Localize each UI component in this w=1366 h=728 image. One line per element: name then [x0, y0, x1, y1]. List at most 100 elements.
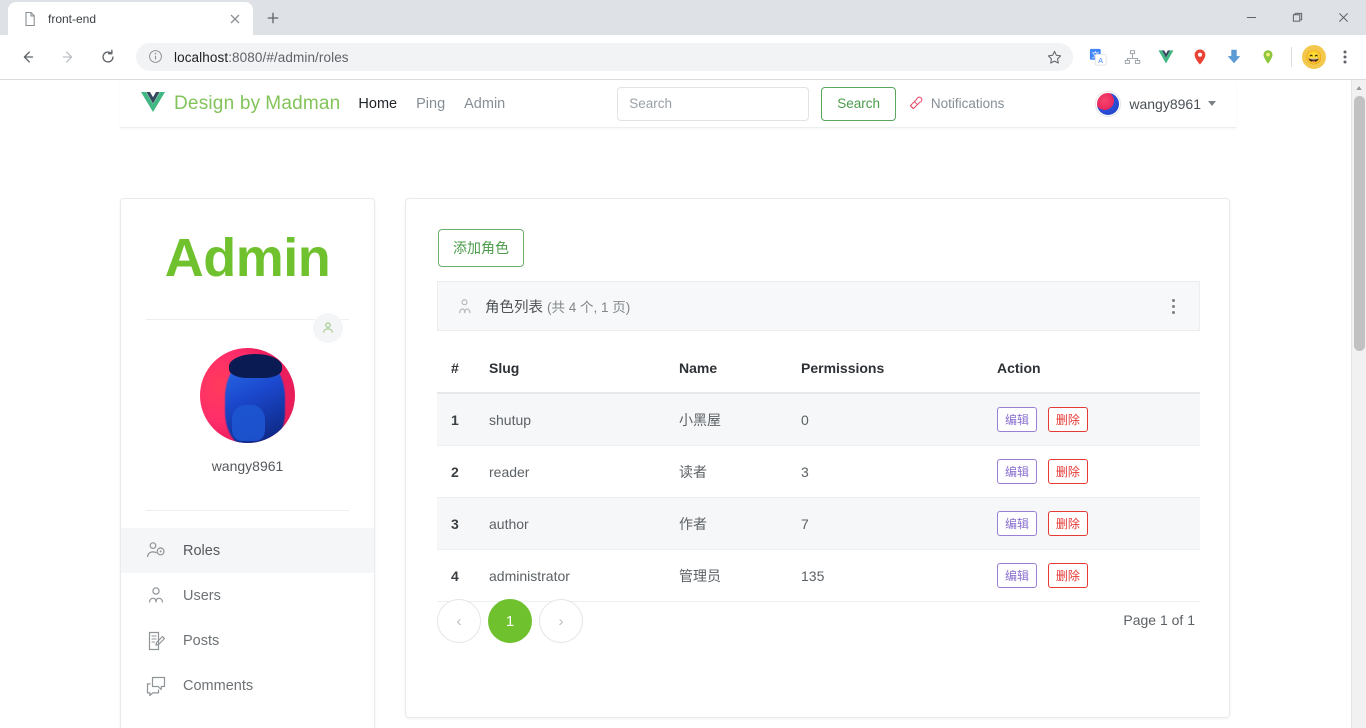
- roles-icon: [145, 540, 167, 562]
- sidebar-menu: Roles Users Posts Comments: [121, 528, 374, 708]
- page-scrollbar[interactable]: [1351, 80, 1366, 728]
- close-icon[interactable]: [227, 11, 243, 27]
- edit-button[interactable]: 编辑: [997, 459, 1038, 484]
- window-controls: [1228, 0, 1366, 35]
- brand[interactable]: Design by Madman: [140, 91, 340, 117]
- user-menu[interactable]: wangy8961: [1096, 91, 1216, 116]
- page-viewport: Design byMadman Home Ping Admin Search N…: [0, 80, 1366, 728]
- list-header: 角色列表 (共 4 个, 1 页): [437, 281, 1200, 331]
- sidebar-item-comments[interactable]: Comments: [121, 663, 374, 708]
- delete-button[interactable]: 删除: [1047, 407, 1088, 432]
- sidebar-item-users[interactable]: Users: [121, 573, 374, 618]
- url-host: localhost: [174, 49, 229, 65]
- close-icon[interactable]: [1320, 0, 1366, 35]
- nav-link-admin[interactable]: Admin: [464, 96, 505, 112]
- sidebar-item-label: Users: [183, 587, 221, 604]
- delete-button[interactable]: 删除: [1047, 563, 1088, 588]
- address-bar[interactable]: localhost:8080/#/admin/roles: [136, 43, 1073, 71]
- location-pin-icon[interactable]: [1187, 44, 1213, 70]
- edit-button[interactable]: 编辑: [997, 407, 1038, 432]
- cell-action: 编辑 删除: [997, 549, 1200, 602]
- avatar: [1096, 91, 1121, 116]
- table-row: 1 shutup 小黑屋 0 编辑 删除: [437, 393, 1200, 446]
- cell-index: 1: [437, 393, 489, 446]
- search-button[interactable]: Search: [821, 86, 897, 121]
- pagination-next[interactable]: ›: [539, 599, 583, 643]
- info-icon[interactable]: [148, 49, 164, 65]
- divider: [146, 510, 349, 511]
- app-navbar: Design byMadman Home Ping Admin Search N…: [120, 80, 1236, 128]
- vue-devtools-icon[interactable]: [1153, 44, 1179, 70]
- users-icon: [145, 585, 167, 607]
- cell-index: 4: [437, 549, 489, 602]
- download-arrow-icon[interactable]: [1221, 44, 1247, 70]
- new-tab-icon[interactable]: [259, 4, 287, 32]
- delete-button[interactable]: 删除: [1047, 459, 1088, 484]
- column-header-name: Name: [679, 346, 801, 394]
- scroll-up-arrow-icon[interactable]: [1352, 80, 1366, 95]
- reload-icon[interactable]: [93, 42, 123, 72]
- column-header-slug: Slug: [489, 346, 679, 394]
- cell-index: 2: [437, 445, 489, 498]
- comments-icon: [145, 675, 167, 697]
- forward-arrow-icon[interactable]: [53, 42, 83, 72]
- posts-icon: [145, 630, 167, 652]
- edit-button[interactable]: 编辑: [997, 563, 1038, 588]
- cell-slug: administrator: [489, 549, 679, 602]
- bell-icon: [907, 95, 924, 112]
- delete-button[interactable]: 删除: [1047, 511, 1088, 536]
- maximize-icon[interactable]: [1274, 0, 1320, 35]
- cell-action: 编辑 删除: [997, 445, 1200, 498]
- browser-tab[interactable]: front-end: [8, 2, 253, 35]
- page-title: Admin: [164, 228, 331, 288]
- cell-slug: shutup: [489, 393, 679, 446]
- toolbar-divider: [1291, 47, 1292, 67]
- cell-action: 编辑 删除: [997, 393, 1200, 446]
- three-dot-menu-icon[interactable]: [1332, 44, 1358, 70]
- pagination-page-1[interactable]: 1: [488, 599, 532, 643]
- back-arrow-icon[interactable]: [13, 42, 43, 72]
- pagination: ‹ 1 ›: [437, 599, 583, 643]
- table-row: 3 author 作者 7 编辑 删除: [437, 497, 1200, 550]
- cell-name: 小黑屋: [679, 393, 801, 446]
- table-row: 2 reader 读者 3 编辑 删除: [437, 445, 1200, 498]
- page-info: Page 1 of 1: [1123, 612, 1195, 628]
- group-icon: [455, 297, 474, 316]
- browser-toolbar: localhost:8080/#/admin/roles 文A: [0, 35, 1366, 80]
- sitemap-icon[interactable]: [1119, 44, 1145, 70]
- google-translate-icon[interactable]: 文A: [1085, 44, 1111, 70]
- sidebar-card: Admin wangy8961 Roles Users Posts Commen…: [120, 198, 375, 728]
- edit-button[interactable]: 编辑: [997, 511, 1038, 536]
- browser-window: front-end localhost:8080/#/admin/roles A…: [0, 0, 1366, 728]
- brand-part2: Madman: [265, 92, 341, 114]
- sidebar-item-roles[interactable]: Roles: [121, 528, 374, 573]
- add-role-button[interactable]: 添加角色: [438, 229, 524, 267]
- user-name: wangy8961: [1129, 95, 1201, 112]
- cell-permissions: 0: [801, 393, 997, 446]
- nav-link-home[interactable]: Home: [358, 96, 397, 112]
- pagination-prev[interactable]: ‹: [437, 599, 481, 643]
- roles-card: 添加角色 角色列表 (共 4 个, 1 页) # Slug Name Permi…: [405, 198, 1230, 718]
- brand-text: Design by Madman: [174, 93, 340, 115]
- minimize-icon[interactable]: [1228, 0, 1274, 35]
- cell-name: 管理员: [679, 549, 801, 602]
- notifications-link[interactable]: Notifications: [907, 95, 1004, 112]
- sidebar-item-posts[interactable]: Posts: [121, 618, 374, 663]
- column-header-action: Action: [997, 346, 1200, 394]
- nav-links: Home Ping Admin: [358, 96, 505, 112]
- sidebar-item-label: Posts: [183, 632, 220, 649]
- tab-strip: front-end: [0, 0, 1366, 35]
- search-input[interactable]: [617, 86, 810, 121]
- url-text: localhost:8080/#/admin/roles: [174, 50, 1041, 65]
- sidebar-username: wangy8961: [211, 458, 284, 474]
- more-options-icon[interactable]: [1164, 298, 1182, 314]
- column-header-index: #: [437, 346, 489, 394]
- cell-action: 编辑 删除: [997, 497, 1200, 550]
- star-icon[interactable]: [1041, 44, 1067, 70]
- green-pin-icon[interactable]: [1255, 44, 1281, 70]
- user-badge-icon[interactable]: [313, 313, 343, 343]
- profile-avatar-icon[interactable]: 😄: [1302, 45, 1326, 69]
- nav-link-ping[interactable]: Ping: [416, 96, 445, 112]
- scrollbar-thumb[interactable]: [1354, 96, 1365, 351]
- cell-permissions: 7: [801, 497, 997, 550]
